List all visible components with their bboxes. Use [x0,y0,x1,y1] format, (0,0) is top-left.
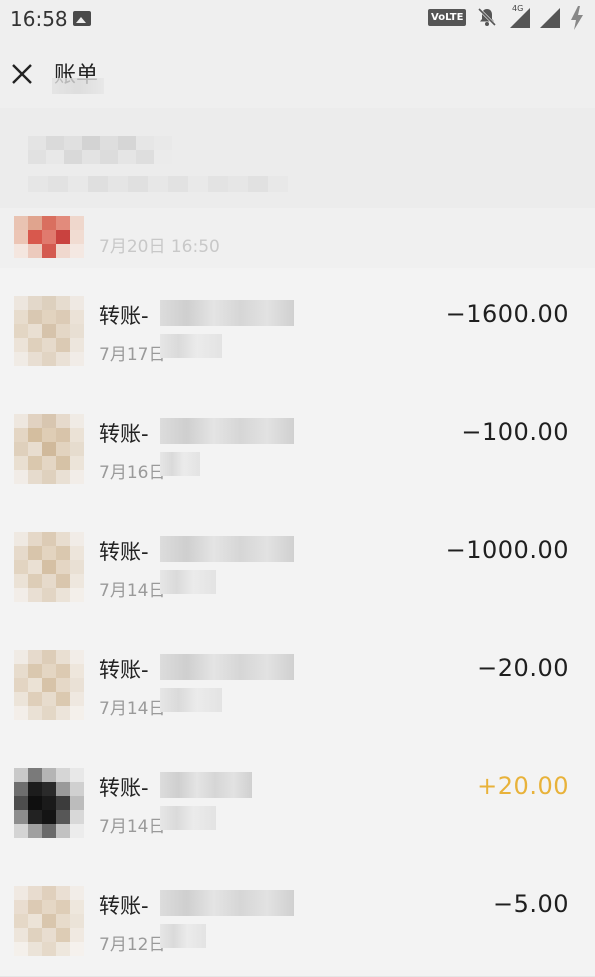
blurred-time [160,570,216,594]
transaction-amount: −100.00 [461,418,569,446]
transaction-row[interactable]: 转账- 7月16日 −100.00 [0,386,595,505]
signal-icon [510,8,530,28]
transaction-amount: −20.00 [477,654,569,682]
transaction-date: 7月12日 [99,935,166,955]
transaction-amount: +20.00 [477,772,569,800]
transaction-title: 转账- [99,658,149,682]
transaction-date: 7月14日 [99,699,166,719]
blurred-subtitle [52,78,104,94]
transaction-title: 转账- [99,422,149,446]
transaction-row[interactable]: 转账- 7月14日 −20.00 [0,622,595,741]
blurred-counterparty [160,300,294,326]
avatar [14,650,84,720]
transaction-title: 转账- [99,776,149,800]
transaction-date: 7月14日 [99,581,166,601]
blurred-counterparty [160,654,294,680]
transaction-amount: −5.00 [492,890,569,918]
blurred-counterparty [160,890,294,916]
transaction-title: 转账- [99,894,149,918]
blurred-time [160,452,200,476]
transaction-amount: −1000.00 [445,536,569,564]
summary-mosaic-bottom [28,176,288,192]
transaction-date: 7月20日 16:50 [99,237,220,257]
avatar [14,414,84,484]
avatar [14,296,84,366]
summary-blurred [0,108,595,218]
blurred-time [160,924,206,948]
status-time: 16:58 [10,7,68,31]
bell-off-icon [477,7,497,27]
transaction-row[interactable]: 转账- 7月14日 −1000.00 [0,504,595,623]
signal-icon [540,8,560,28]
blurred-counterparty [160,536,294,562]
charging-icon [571,6,583,30]
transaction-row-partial[interactable]: 7月20日 16:50 [0,208,595,268]
transaction-title: 转账- [99,304,149,328]
avatar [14,886,84,956]
transaction-row[interactable]: 转账- 7月12日 −5.00 [0,858,595,977]
blurred-counterparty [160,418,294,444]
image-notification-icon [73,11,91,26]
app-header: 账单 [0,38,595,108]
avatar [14,768,84,838]
transaction-row[interactable]: 转账- 7月17日 −1600.00 [0,268,595,387]
transaction-row[interactable]: 转账- 7月14日 +20.00 [0,740,595,859]
summary-mosaic-top [28,136,172,164]
transaction-date: 7月14日 [99,817,166,837]
blurred-time [160,806,216,830]
close-icon[interactable] [10,62,34,86]
blurred-time [160,688,222,712]
volte-badge: VoLTE [428,9,467,26]
transaction-amount: −1600.00 [445,300,569,328]
transaction-title: 转账- [99,540,149,564]
status-bar: 16:58 VoLTE 4G [0,0,595,38]
transaction-date: 7月16日 [99,463,166,483]
avatar [14,532,84,602]
blurred-counterparty [160,772,252,798]
transaction-date: 7月17日 [99,345,166,365]
blurred-time [160,334,222,358]
